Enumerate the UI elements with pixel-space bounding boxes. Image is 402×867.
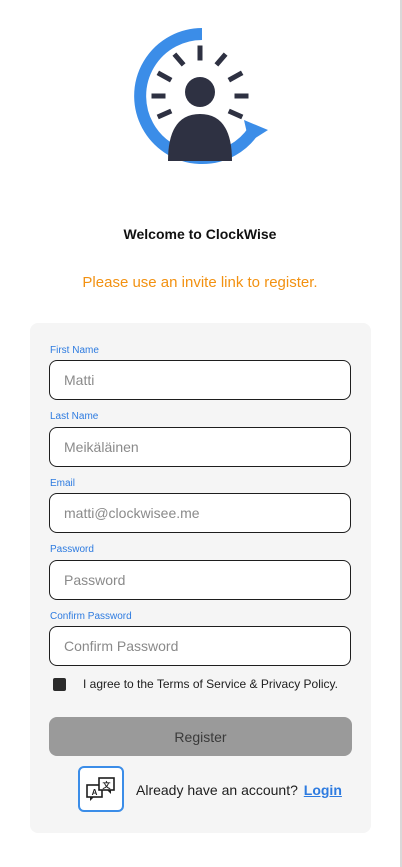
svg-text:文: 文 — [103, 780, 112, 790]
confirm-password-input[interactable] — [49, 626, 351, 666]
translate-icon: A 文 — [86, 777, 115, 801]
account-text: Already have an account? — [136, 782, 298, 798]
login-link[interactable]: Login — [304, 782, 342, 798]
clockwise-logo — [132, 26, 272, 166]
page-title: Welcome to ClockWise — [123, 226, 277, 242]
first-name-label: First Name — [50, 345, 99, 356]
password-label: Password — [50, 544, 94, 555]
invite-notice: Please use an invite link to register. — [82, 274, 318, 291]
first-name-input[interactable] — [49, 360, 351, 400]
language-button[interactable]: A 文 — [78, 766, 124, 812]
password-input[interactable] — [49, 560, 351, 600]
email-input[interactable] — [49, 493, 351, 533]
register-button[interactable]: Register — [49, 717, 352, 756]
terms-checkbox[interactable] — [53, 677, 66, 691]
terms-label: I agree to the Terms of Service & Privac… — [83, 677, 338, 691]
svg-text:A: A — [92, 788, 98, 797]
confirm-password-label: Confirm Password — [50, 611, 132, 622]
email-label: Email — [50, 478, 76, 489]
register-form: First Name Last Name Email Password Conf… — [30, 323, 371, 833]
last-name-input[interactable] — [49, 427, 351, 467]
last-name-label: Last Name — [50, 411, 99, 422]
login-prompt: Already have an account? Login — [136, 782, 342, 798]
terms-row: I agree to the Terms of Service & Privac… — [53, 677, 338, 691]
